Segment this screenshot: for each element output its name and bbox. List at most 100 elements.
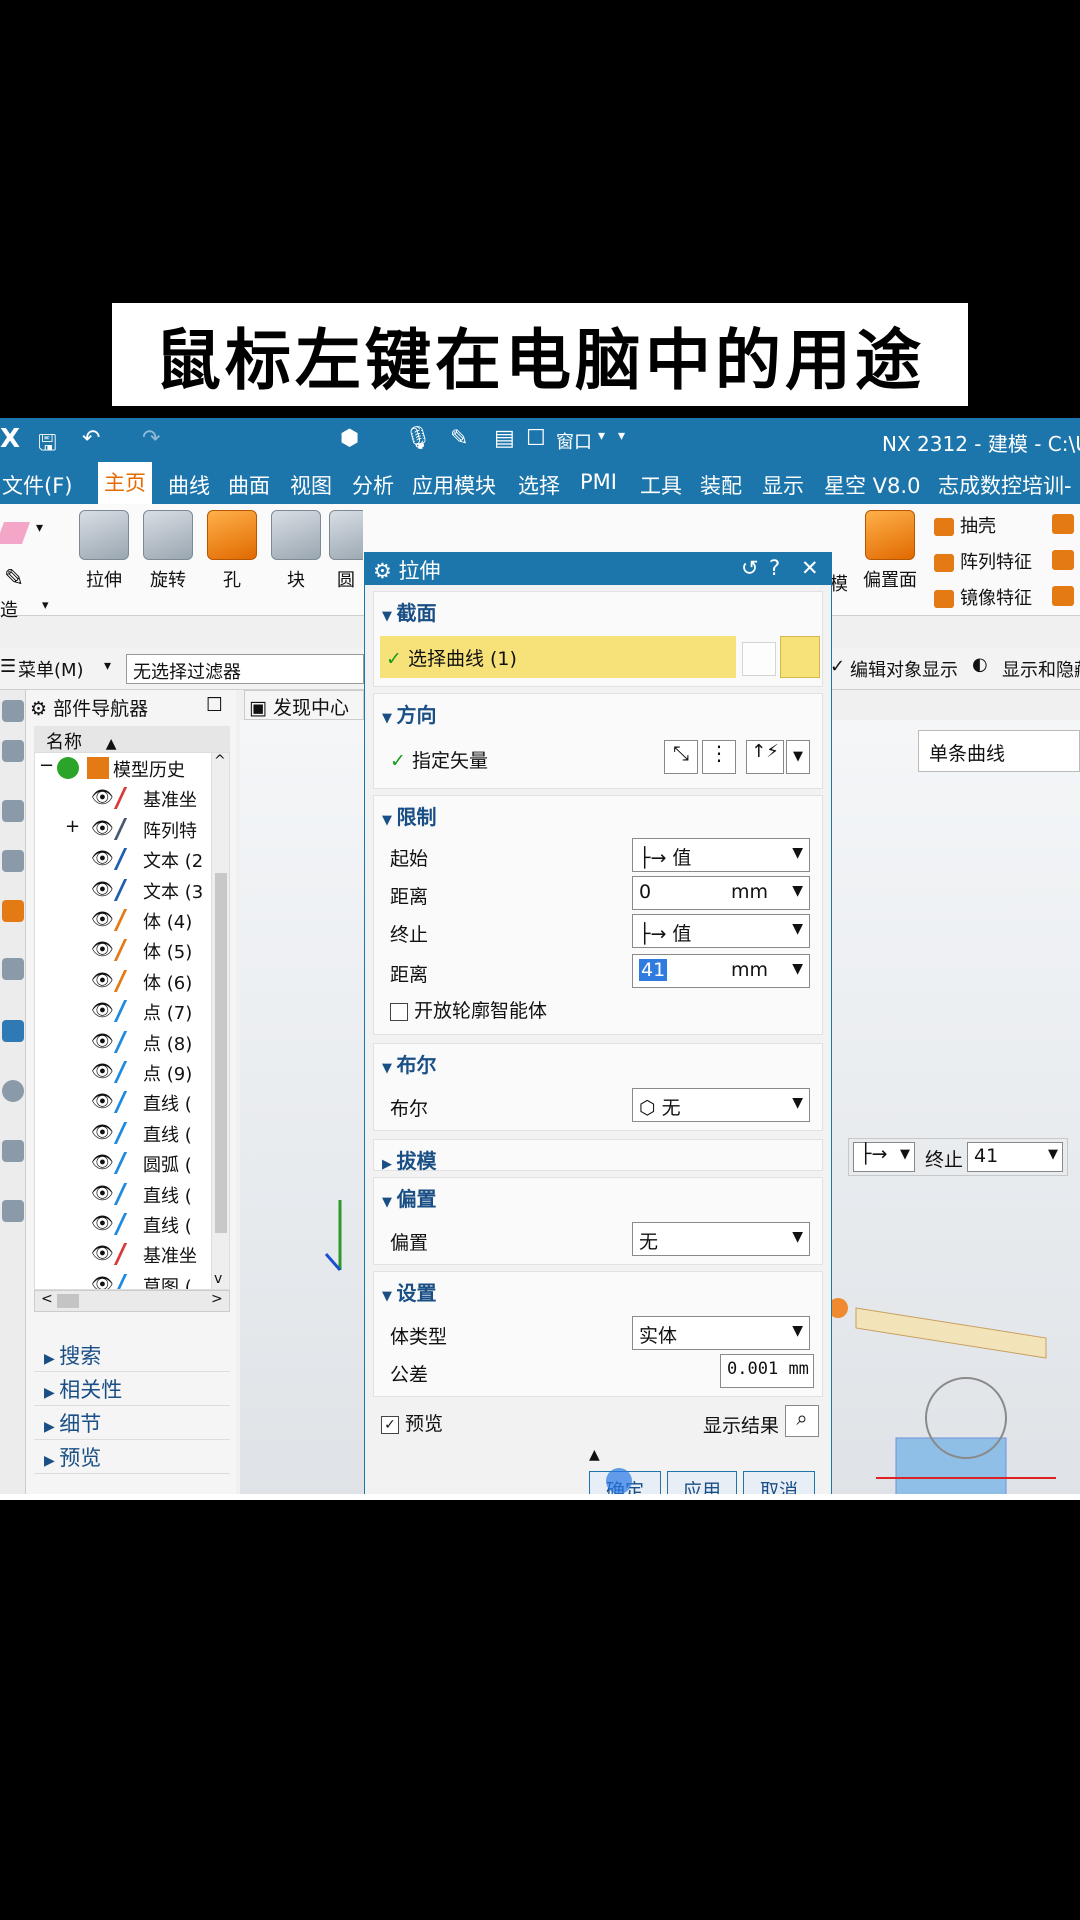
scroll-down-icon[interactable]: v	[214, 1271, 222, 1287]
tree-node[interactable]: 👁 点 (7)	[35, 996, 229, 1026]
select-curve-row[interactable]: ✓ 选择曲线 (1)	[380, 636, 736, 678]
tree-node[interactable]: 👁 圆弧 (	[35, 1148, 229, 1178]
menu-curve[interactable]: 曲线	[168, 470, 210, 500]
collapse-up-icon[interactable]: ▲	[589, 1447, 600, 1463]
hole-button[interactable]: 孔	[201, 510, 263, 592]
tree-horizontal-scrollbar[interactable]: < >	[34, 1290, 230, 1312]
tree-node[interactable]: 👁 点 (9)	[35, 1057, 229, 1087]
visibility-eye-icon[interactable]: 👁	[91, 1213, 114, 1234]
window-frame-icon[interactable]: ☐	[526, 426, 546, 451]
visibility-eye-icon[interactable]: 👁	[91, 909, 114, 930]
curve-select-icon[interactable]	[780, 636, 820, 678]
revolve-button[interactable]: 旋转	[137, 510, 199, 592]
settings-icon[interactable]	[2, 700, 24, 722]
visibility-eye-icon[interactable]: 👁	[91, 787, 114, 808]
history-icon[interactable]	[2, 958, 24, 980]
gear-icon[interactable]: ⚙	[373, 559, 399, 583]
collapse-icon[interactable]: −	[39, 755, 54, 776]
menu-file[interactable]: 文件(F)	[2, 470, 72, 500]
sketch-icon[interactable]	[0, 522, 31, 544]
visibility-eye-icon[interactable]: 👁	[91, 1243, 114, 1264]
draft-group-header[interactable]: ▶ 拔模	[374, 1140, 824, 1173]
tree-node[interactable]: 👁 直线 (	[35, 1179, 229, 1209]
type-filter-dropdown[interactable]: 无选择过滤器	[126, 654, 364, 684]
role-icon[interactable]	[2, 1140, 24, 1162]
curve-rule-dropdown[interactable]: 单条曲线	[918, 730, 1080, 772]
visibility-eye-icon[interactable]: 👁	[91, 1091, 114, 1112]
menu-select[interactable]: 选择	[518, 470, 560, 500]
scroll-right-icon[interactable]: >	[211, 1291, 223, 1307]
tree-node[interactable]: 👁 阵列特 +	[35, 814, 229, 844]
checkbox-checked-icon[interactable]: ✓	[381, 1415, 399, 1434]
end-option-dropdown[interactable]: ├→ 值 ▼	[632, 914, 810, 948]
discovery-center-tab[interactable]: ▣ 发现中心	[244, 690, 364, 720]
scroll-up-icon[interactable]: ^	[214, 753, 226, 769]
tree-node[interactable]: 👁 点 (8)	[35, 1027, 229, 1057]
show-hide-icon[interactable]: ◐	[972, 654, 988, 675]
shell-button[interactable]: 抽壳	[934, 512, 996, 538]
assembly-navigator-icon[interactable]	[2, 800, 24, 822]
redo-icon[interactable]: ↷	[142, 426, 160, 451]
chevron-down-icon[interactable]: ▾	[598, 428, 605, 444]
menu-pmi[interactable]: PMI	[580, 470, 617, 494]
pencil-icon[interactable]: ✎	[4, 564, 24, 592]
tolerance-input[interactable]: 0.001 mm	[720, 1354, 814, 1388]
maximize-icon[interactable]: ☐	[206, 694, 223, 716]
web-browser-icon[interactable]	[2, 1020, 24, 1042]
visibility-eye-icon[interactable]: 👁	[91, 1031, 114, 1052]
reuse-library-icon[interactable]	[2, 900, 24, 922]
offset-group-header[interactable]: ▼ 偏置	[374, 1178, 824, 1212]
tree-node[interactable]: 👁 体 (5)	[35, 935, 229, 965]
windows-icon[interactable]: ▤	[494, 426, 515, 451]
visibility-eye-icon[interactable]: 👁	[91, 970, 114, 991]
chevron-down-icon[interactable]: ▾	[104, 658, 111, 674]
visibility-eye-icon[interactable]: 👁	[91, 848, 114, 869]
tree-node[interactable]: 👁 文本 (3	[35, 875, 229, 905]
menu-analysis[interactable]: 分析	[352, 470, 394, 500]
end-value-input[interactable]: 41 ▼	[967, 1142, 1063, 1172]
search-section[interactable]: ▶ 搜索	[34, 1338, 230, 1372]
part-navigator-icon[interactable]	[2, 740, 24, 762]
cylinder-button[interactable]: 圆	[329, 510, 363, 592]
tree-node[interactable]: 👁 直线 (	[35, 1118, 229, 1148]
customize-icon[interactable]: ▾	[618, 428, 625, 444]
section-group-header[interactable]: ▼ 截面	[374, 592, 824, 626]
checkbox-box[interactable]	[390, 1002, 408, 1021]
save-icon[interactable]: 🖫	[38, 426, 57, 464]
tree-node[interactable]: 👁 草图 (	[35, 1270, 229, 1289]
preview-section[interactable]: ▶ 预览	[34, 1440, 230, 1474]
mirror-feature-button[interactable]: 镜像特征	[934, 584, 1032, 610]
visibility-eye-icon[interactable]: 👁	[91, 1000, 114, 1021]
details-section[interactable]: ▶ 细节	[34, 1406, 230, 1440]
visibility-eye-icon[interactable]: 👁	[91, 818, 114, 839]
limits-group-header[interactable]: ▼ 限制	[374, 796, 824, 830]
tree-node[interactable]: 👁 直线 (	[35, 1209, 229, 1239]
chevron-down-icon[interactable]: ▼	[786, 740, 810, 774]
help-icon[interactable]: ?	[769, 556, 780, 580]
menu-zhicheng[interactable]: 志成数控培训-	[938, 470, 1072, 500]
open-profile-checkbox[interactable]: 开放轮廓智能体	[390, 996, 547, 1023]
chamfer-icon[interactable]	[1052, 586, 1074, 606]
start-option-dropdown[interactable]: ├→ 值 ▼	[632, 838, 810, 872]
visibility-eye-icon[interactable]: 👁	[91, 1274, 114, 1289]
menu-assembly[interactable]: 装配	[700, 470, 742, 500]
settings-group-header[interactable]: ▼ 设置	[374, 1272, 824, 1306]
chevron-down-icon[interactable]: ▾	[36, 520, 43, 536]
draft-icon[interactable]	[1052, 550, 1074, 570]
tree-node[interactable]: 👁 基准坐	[35, 1239, 229, 1269]
sketch-section-icon[interactable]	[742, 642, 776, 676]
menu-surface[interactable]: 曲面	[228, 470, 270, 500]
show-hide-button[interactable]: 显示和隐藏	[1002, 656, 1080, 682]
visibility-eye-icon[interactable]: 👁	[91, 939, 114, 960]
microphone-icon[interactable]: 🎙	[404, 426, 432, 451]
tree-node[interactable]: 👁 体 (6)	[35, 966, 229, 996]
tree-root-model-history[interactable]: − 模型历史	[35, 753, 229, 783]
view-cube-icon[interactable]: ⬢	[340, 426, 359, 451]
menu-display[interactable]: 显示	[762, 470, 804, 500]
menu-application[interactable]: 应用模块	[412, 470, 496, 500]
scrollbar-thumb[interactable]	[215, 873, 227, 1233]
window-menu[interactable]: 窗口	[556, 428, 592, 454]
tree-node[interactable]: 👁 文本 (2	[35, 844, 229, 874]
inferred-vector-icon[interactable]: ↑⚡	[746, 740, 784, 774]
visibility-eye-icon[interactable]: 👁	[91, 1122, 114, 1143]
